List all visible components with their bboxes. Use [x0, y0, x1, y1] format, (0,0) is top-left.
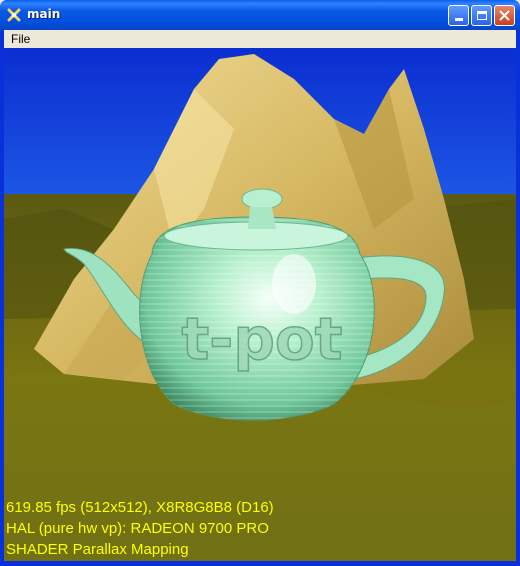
menu-file-label: File [11, 32, 31, 46]
app-icon [7, 8, 21, 22]
menu-file[interactable]: File [11, 32, 30, 46]
menu-bar: File [4, 30, 516, 48]
hud-device: HAL (pure hw vp): RADEON 9700 PRO [6, 520, 269, 537]
render-viewport[interactable]: t-pot 619.85 fps (512x512), X8R8G8B8 (D1… [4, 49, 516, 561]
window-title: main [27, 7, 61, 21]
close-button[interactable] [494, 5, 515, 26]
hud-fps: 619.85 fps (512x512), X8R8G8B8 (D16) [6, 499, 274, 516]
minimize-icon [454, 18, 463, 21]
maximize-button[interactable] [471, 5, 492, 26]
teapot-label: t-pot [182, 305, 343, 373]
title-bar[interactable]: main [0, 0, 520, 30]
window-bottom-border [0, 561, 520, 566]
close-icon [499, 10, 510, 21]
hud-shader: SHADER Parallax Mapping [6, 541, 189, 558]
teapot-knob [241, 188, 283, 210]
maximize-icon [476, 11, 487, 20]
minimize-button[interactable] [448, 5, 469, 26]
scene-canvas: t-pot [4, 49, 516, 561]
app-window: main File t-pot 619.85 fps (512x512), X8… [0, 0, 520, 566]
